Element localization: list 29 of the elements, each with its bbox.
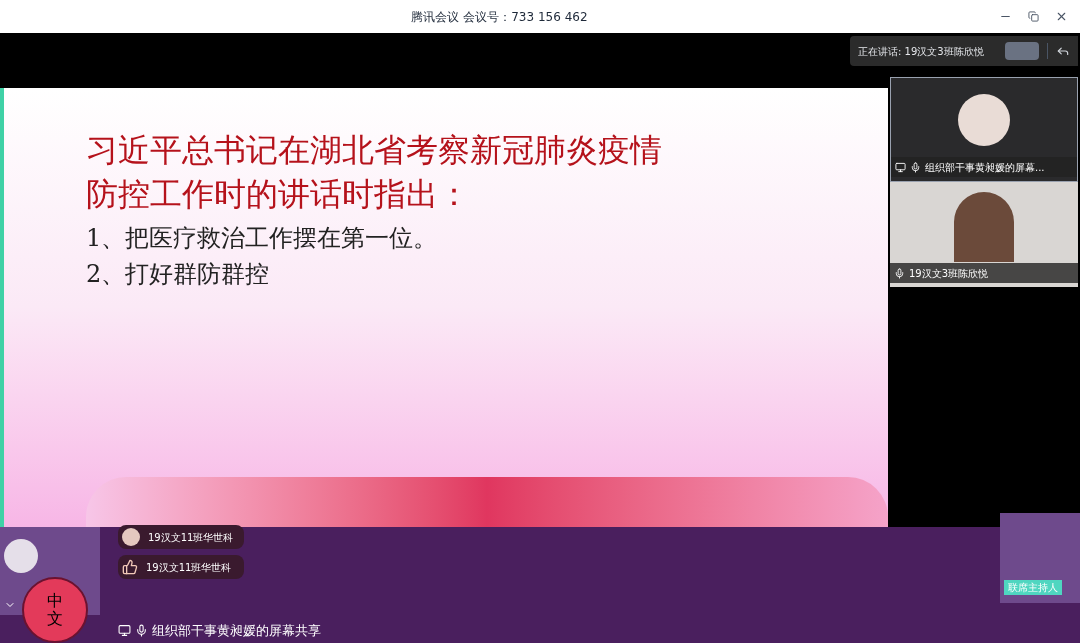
logo-text: 中文 <box>47 592 63 628</box>
avatar-placeholder <box>958 93 1010 146</box>
reaction-name: 19汉文11班华世科 <box>146 560 232 575</box>
reaction-name: 19汉文11班华世科 <box>148 530 234 545</box>
slide-heading: 防控工作时的讲话时指出： <box>86 174 471 215</box>
participant-name: 19汉文3班陈欣悦 <box>909 266 989 281</box>
video-tile[interactable]: 19汉文3班陈欣悦 <box>890 182 1078 287</box>
avatar-placeholder <box>4 539 38 573</box>
mic-icon <box>910 161 921 173</box>
speaker-label: 正在讲话: 19汉文3班陈欣悦 <box>858 44 984 59</box>
restore-icon[interactable] <box>1028 11 1039 22</box>
mic-icon <box>135 623 148 637</box>
window-title: 腾讯会议 会议号：733 156 462 <box>411 8 588 26</box>
mic-icon <box>894 267 905 279</box>
slide-heading: 习近平总书记在湖北省考察新冠肺炎疫情 <box>86 130 663 171</box>
participant-name: 组织部干事黄昶媛的屏幕... <box>925 160 1045 175</box>
reply-icon[interactable] <box>1056 44 1070 58</box>
video-placeholder <box>954 191 1014 262</box>
cohost-badge: 联席主持人 <box>1004 580 1062 595</box>
speaker-avatar <box>1005 42 1039 60</box>
slide-point: 1、把医疗救治工作摆在第一位。 <box>86 223 439 254</box>
video-tile[interactable]: 组织部干事黄昶媛的屏幕... <box>890 77 1078 182</box>
screen-share-icon <box>118 623 131 637</box>
share-label: 组织部干事黄昶媛的屏幕共享 <box>152 621 321 640</box>
screen-share-icon <box>895 161 906 173</box>
close-icon[interactable] <box>1055 10 1068 23</box>
slide-point: 2、打好群防群控 <box>86 259 271 290</box>
thumbs-up-icon <box>122 559 138 575</box>
avatar-placeholder <box>122 528 140 546</box>
